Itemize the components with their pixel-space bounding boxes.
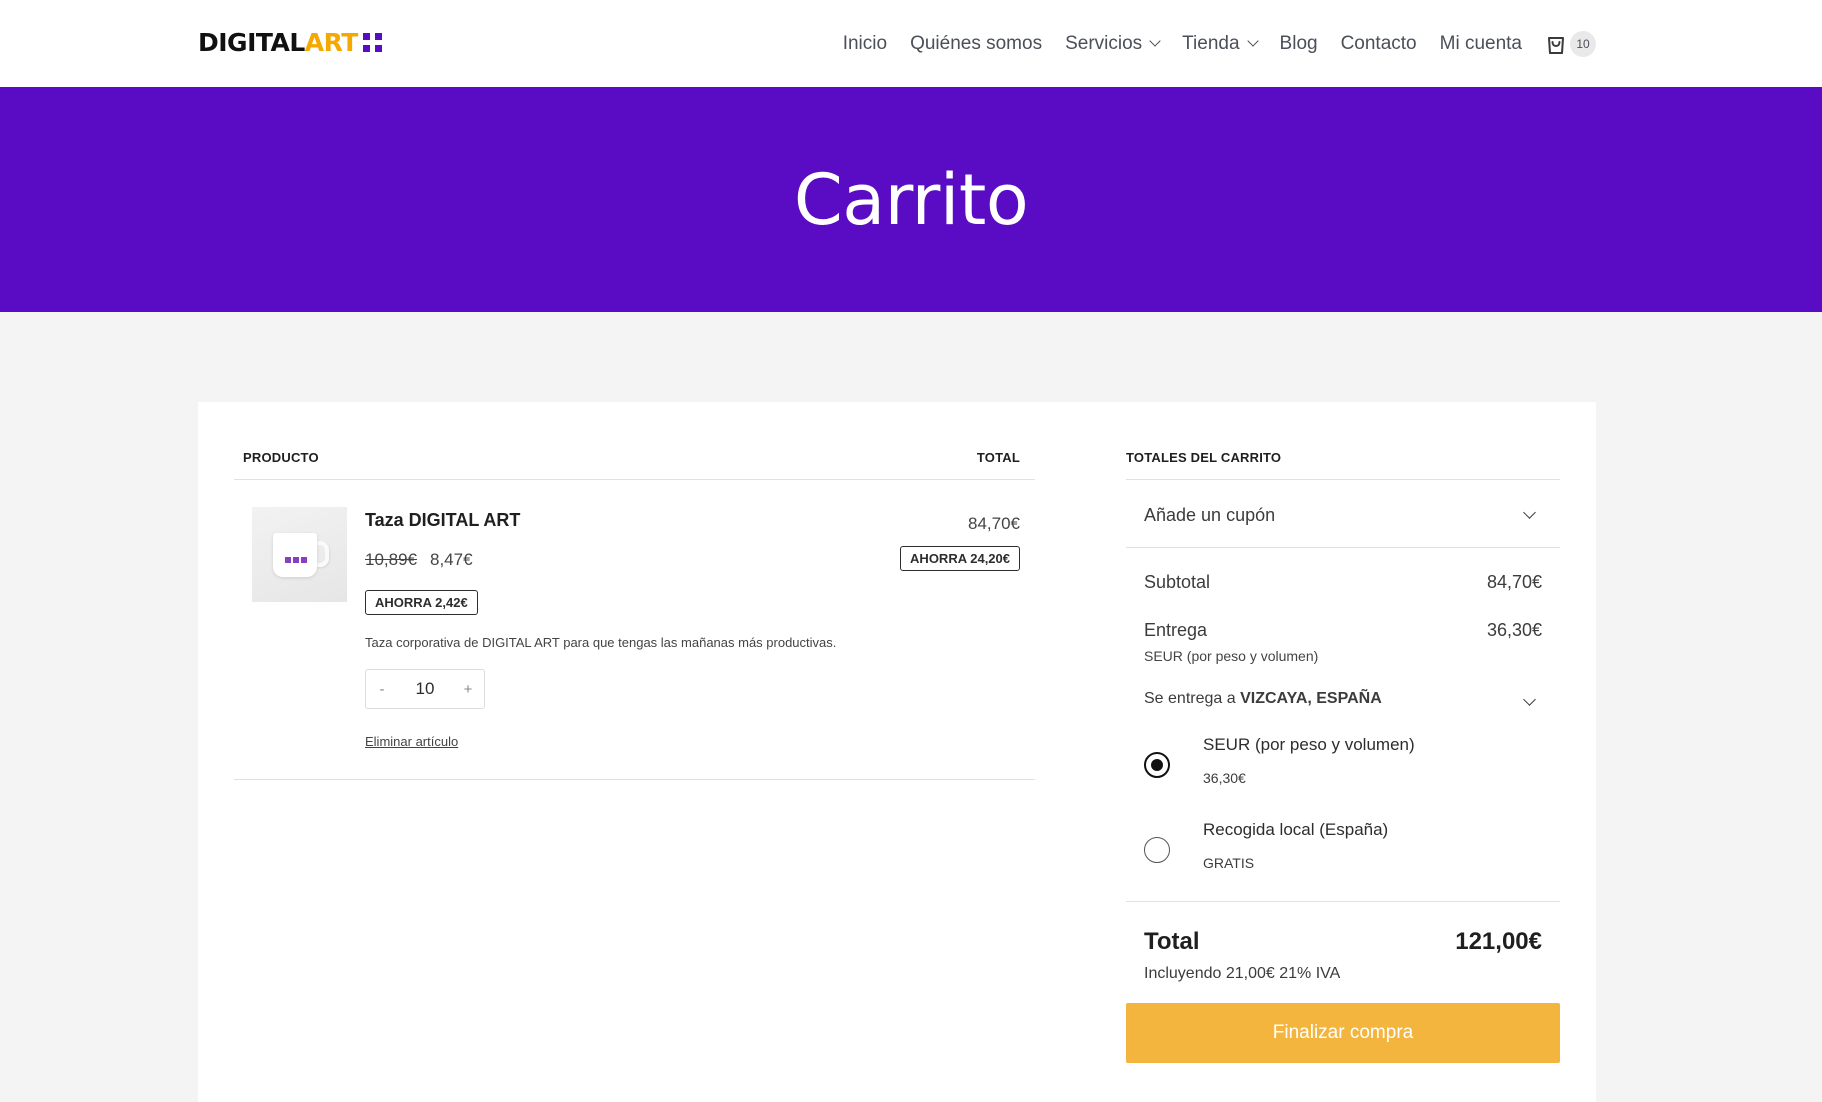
product-thumbnail[interactable] [252,507,347,602]
divider [1126,901,1560,902]
coupon-toggle[interactable]: Añade un cupón [1144,505,1275,526]
shipping-option-pickup-price: GRATIS [1203,855,1255,871]
main-nav: Inicio Quiénes somos Servicios Tienda Bl… [843,0,1596,87]
nav-servicios[interactable]: Servicios [1065,32,1161,55]
nav-inicio[interactable]: Inicio [843,33,887,55]
cart-count-badge: 10 [1570,30,1596,57]
column-header-product: PRODUCTO [243,450,319,465]
subtotal-value: 84,70€ [1486,572,1542,592]
nav-servicios-label: Servicios [1065,32,1143,54]
nav-tienda-label: Tienda [1182,32,1240,54]
subtotal-label: Subtotal [1144,572,1211,592]
quantity-stepper: - 10 + [365,669,485,709]
delivery-method: SEUR (por peso y volumen) [1144,648,1319,664]
quantity-decrease-button[interactable]: - [366,681,398,698]
product-regular-price: 10,89€ [365,550,417,569]
nav-blog[interactable]: Blog [1280,33,1318,55]
logo-dots-icon [362,32,382,52]
site-logo[interactable]: DIGITALART [198,29,382,55]
mug-image [273,533,317,577]
shopping-bag-icon [1548,36,1564,54]
remove-item-link[interactable]: Eliminar artículo [365,734,458,749]
product-sale-price: 8,47€ [430,550,473,569]
delivery-value: 36,30€ [1486,620,1542,640]
shipping-destination-prefix: Se entrega a [1144,690,1241,707]
logo-wordmark: DIGITALART [198,27,358,57]
tax-note: Incluyendo 21,00€ 21% IVA [1144,965,1341,982]
nav-contacto[interactable]: Contacto [1341,33,1417,55]
header-cart-button[interactable]: 10 [1546,30,1596,57]
mug-logo [285,557,307,563]
order-total-value: 121,00€ [1455,928,1542,955]
delivery-label: Entrega [1144,620,1208,640]
total-savings-badge: AHORRA 24,20€ [900,546,1020,571]
shipping-destination-place: VIZCAYA, ESPAÑA [1240,690,1382,707]
checkout-button[interactable]: Finalizar compra [1126,1003,1560,1063]
chevron-down-icon [1246,35,1259,47]
page-title: Carrito [793,158,1029,241]
quantity-input[interactable]: 10 [398,679,452,699]
cart-card: PRODUCTO TOTAL Taza DIGITAL ART 10,89€ 8… [198,402,1596,1102]
nav-tienda[interactable]: Tienda [1182,32,1259,55]
nav-quienes-somos[interactable]: Quiénes somos [910,33,1042,55]
product-name[interactable]: Taza DIGITAL ART [365,510,520,531]
site-header: DIGITALART Inicio Quiénes somos Servicio… [0,0,1822,87]
quantity-increase-button[interactable]: + [452,681,484,698]
line-total: 84,70€ [968,514,1020,533]
divider [1126,547,1560,548]
chevron-down-icon[interactable] [1523,506,1536,519]
divider [234,479,1035,480]
column-header-total: TOTAL [976,450,1020,465]
order-total-label: Total [1144,928,1200,955]
shipping-option-seur-radio[interactable] [1144,752,1170,778]
shipping-destination[interactable]: Se entrega a VIZCAYA, ESPAÑA [1144,690,1382,708]
chevron-down-icon[interactable] [1523,693,1536,706]
page-hero: Carrito [0,87,1822,312]
nav-mi-cuenta[interactable]: Mi cuenta [1440,33,1522,55]
chevron-down-icon [1149,35,1161,47]
shipping-option-pickup-name: Recogida local (España) [1203,820,1389,839]
shipping-option-seur-name: SEUR (por peso y volumen) [1203,735,1415,754]
shipping-option-pickup-radio[interactable] [1144,837,1170,863]
cart-totals-heading: TOTALES DEL CARRITO [1126,450,1282,465]
product-description: Taza corporativa de DIGITAL ART para que… [365,635,837,650]
divider [234,779,1035,780]
divider [1126,479,1560,480]
unit-savings-badge: AHORRA 2,42€ [365,590,478,615]
shipping-option-seur-price: 36,30€ [1203,770,1246,786]
